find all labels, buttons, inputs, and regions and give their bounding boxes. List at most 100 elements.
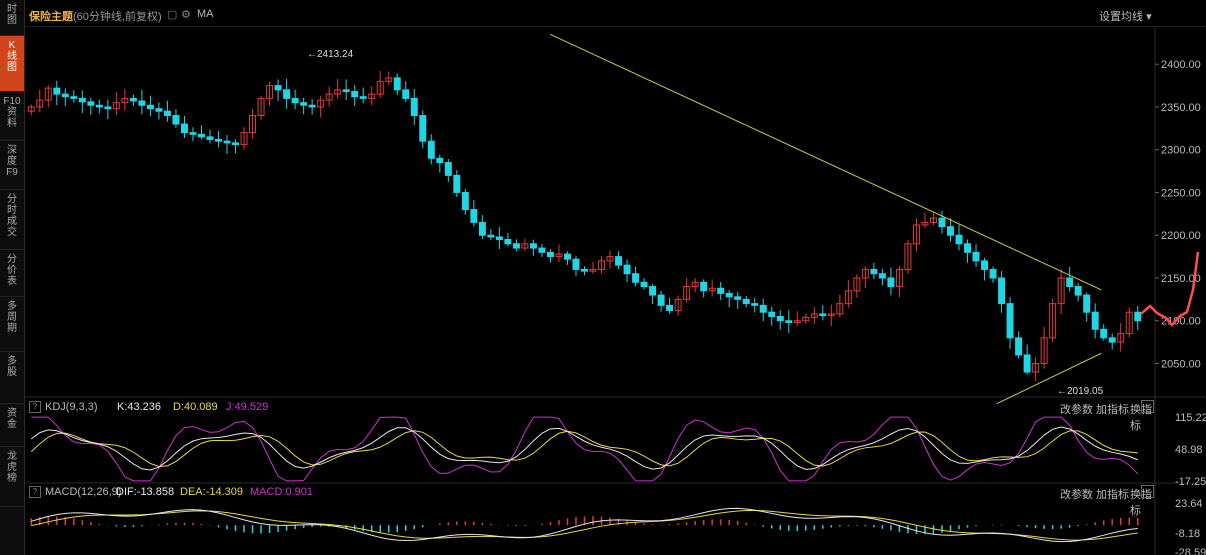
candle-body <box>359 96 367 99</box>
candle-body <box>947 226 954 236</box>
macd-add-indicator-button[interactable]: 加指标 <box>1096 486 1129 502</box>
candle-body <box>419 115 427 142</box>
candle-body <box>393 77 401 91</box>
candle-body <box>581 268 588 272</box>
kdj-tick-label: 115.22 <box>1175 412 1206 424</box>
macd-tick-label: -8.18 <box>1175 528 1200 540</box>
candle-body <box>461 191 469 211</box>
candle-body <box>487 234 495 238</box>
kline-chart[interactable]: 2400.002350.002300.002250.002200.002150.… <box>0 0 1206 555</box>
kdj-name[interactable]: KDJ(9,3,3) <box>45 401 98 413</box>
candle-body <box>1100 328 1108 339</box>
candle-body <box>1083 294 1091 313</box>
candle-body <box>878 273 886 279</box>
candle-body <box>1108 337 1116 343</box>
candle-body <box>938 217 946 228</box>
high-annotation: ←2413.24 <box>307 49 354 60</box>
close-icon[interactable]: × <box>1141 485 1154 498</box>
candle-body <box>470 209 478 223</box>
candle-body <box>410 97 418 117</box>
candle-body <box>615 256 623 266</box>
candle-body <box>189 132 197 135</box>
candle-body <box>104 106 112 110</box>
price-tick-label: 2200.00 <box>1161 230 1201 242</box>
price-tick-label: 2300.00 <box>1161 145 1201 157</box>
candle-body <box>274 85 282 91</box>
candle-body <box>504 239 512 245</box>
candle-body <box>300 102 308 106</box>
kdj-k-value: K:43.236 <box>117 401 162 413</box>
candle-body <box>206 136 214 140</box>
trend-line <box>549 33 1102 291</box>
candle-body <box>78 97 86 103</box>
kdj-j-line <box>31 416 1139 482</box>
candle-body <box>998 277 1006 305</box>
candle-body <box>529 243 537 249</box>
macd-name[interactable]: MACD(12,26,9) <box>45 486 121 498</box>
candle-body <box>215 138 222 142</box>
candle-body <box>700 281 708 292</box>
kdj-k-line <box>30 426 1138 471</box>
candle-body <box>61 93 69 98</box>
candle-body <box>351 91 359 98</box>
candle-body <box>232 142 240 146</box>
candle-body <box>172 115 180 125</box>
kdj-edit-params-button[interactable]: 改参数 <box>1060 401 1093 417</box>
candle-body <box>870 268 878 275</box>
candle-body <box>819 313 827 317</box>
macd-tick-label: -28.59 <box>1175 547 1206 555</box>
candle-body <box>427 140 435 159</box>
macd-tick-label: 23.64 <box>1175 498 1203 510</box>
candle-body <box>972 251 980 262</box>
kdj-add-indicator-button[interactable]: 加指标 <box>1096 401 1129 417</box>
candle-body <box>402 89 410 99</box>
candle-body <box>640 281 648 288</box>
candle-body <box>632 273 640 283</box>
candle-body <box>546 251 554 258</box>
candle-body <box>623 264 631 275</box>
candle-body <box>742 298 750 305</box>
live-price-line <box>1140 251 1200 327</box>
macd-dea-value: DEA:-14.309 <box>180 486 243 498</box>
kdj-d-value: D:40.089 <box>173 401 218 413</box>
candle-body <box>283 89 291 99</box>
candle-body <box>1066 277 1074 288</box>
candle-body <box>717 287 725 294</box>
candle-body <box>155 108 163 112</box>
candle-body <box>964 243 971 253</box>
candle-body <box>657 294 665 306</box>
candle-body <box>163 110 171 117</box>
candle-body <box>776 315 784 322</box>
candle-body <box>95 104 103 108</box>
kdj-tick-label: -17.25 <box>1175 476 1206 488</box>
macd-edit-params-button[interactable]: 改参数 <box>1060 486 1093 502</box>
candle-body <box>1015 337 1023 356</box>
candle-body <box>436 157 444 164</box>
candle-body <box>453 174 461 193</box>
candle-body <box>198 133 205 138</box>
macd-header: ? MACD(12,26,9) DIF:-13.858 DEA:-14.309 … <box>25 485 1155 517</box>
candle-body <box>291 97 299 104</box>
candle-body <box>495 236 503 241</box>
candle-body <box>308 104 316 108</box>
candle-body <box>666 304 674 311</box>
price-tick-label: 2250.00 <box>1161 187 1201 199</box>
candle-body <box>649 286 657 296</box>
candle-body <box>785 320 793 323</box>
candle-body <box>955 234 963 245</box>
candle-body <box>180 123 188 134</box>
macd-dif-value: DIF:-13.858 <box>116 486 175 498</box>
price-tick-label: 2400.00 <box>1161 59 1201 71</box>
candle-body <box>563 253 571 260</box>
candle-body <box>538 247 546 253</box>
close-icon[interactable]: × <box>1141 400 1154 413</box>
macd-value: MACD:0.901 <box>250 486 313 498</box>
candle-body <box>981 260 989 270</box>
candle-body <box>734 296 742 300</box>
candle-body <box>989 268 997 279</box>
candle-body <box>223 140 231 144</box>
candle-body <box>751 303 759 306</box>
candle-body <box>1074 286 1082 296</box>
candle-body <box>138 100 146 106</box>
candle-body <box>1134 311 1142 322</box>
